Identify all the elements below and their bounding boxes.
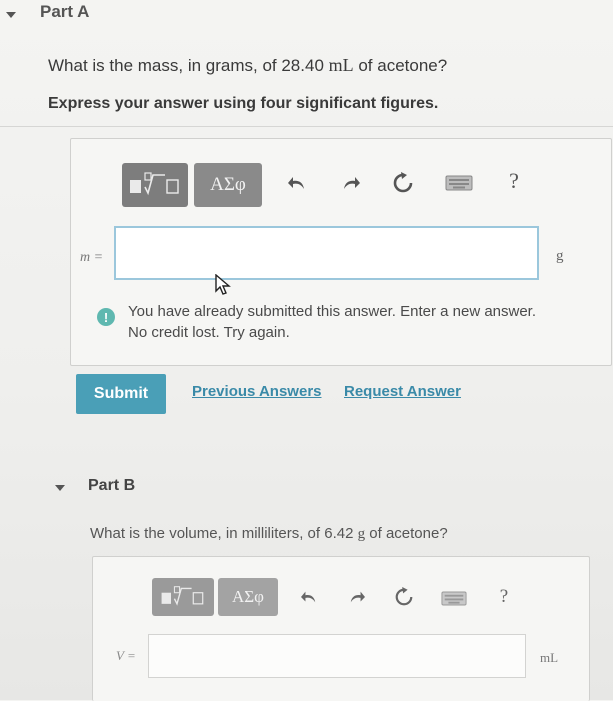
part-b-title[interactable]: Part B — [88, 477, 135, 495]
symbols-button-b[interactable]: ΑΣφ — [218, 578, 278, 616]
feedback-line-2: No credit lost. Try again. — [128, 324, 290, 341]
part-a-title[interactable]: Part A — [40, 2, 89, 22]
templates-icon — [130, 172, 179, 196]
templates-button[interactable] — [122, 163, 188, 207]
templates-button-b[interactable] — [152, 578, 214, 616]
collapse-part-a-icon[interactable] — [6, 12, 16, 18]
part-a-instruction: Express your answer using four significa… — [48, 95, 439, 112]
part-b-question: What is the volume, in milliliters, of 6… — [90, 525, 448, 542]
warning-icon: ! — [97, 308, 115, 326]
keyboard-icon[interactable] — [440, 588, 468, 608]
templates-icon — [161, 586, 204, 606]
symbols-button[interactable]: ΑΣφ — [194, 163, 262, 207]
feedback-message: You have already submitted this answer. … — [128, 301, 612, 343]
submit-button[interactable]: Submit — [76, 374, 166, 414]
help-button[interactable]: ? — [500, 166, 528, 196]
variable-label: m = — [80, 250, 104, 265]
request-answer-link[interactable]: Request Answer — [344, 383, 461, 400]
divider — [0, 126, 613, 127]
undo-icon[interactable] — [284, 170, 310, 196]
keyboard-icon[interactable] — [444, 172, 474, 194]
previous-answers-link[interactable]: Previous Answers — [192, 383, 322, 400]
redo-icon[interactable] — [338, 170, 364, 196]
variable-label-b: V = — [116, 648, 136, 663]
feedback-line-1: You have already submitted this answer. … — [128, 303, 537, 320]
reset-icon[interactable] — [390, 170, 416, 196]
volume-answer-input[interactable] — [148, 634, 526, 678]
reset-icon[interactable] — [392, 585, 416, 609]
unit-label-b: mL — [540, 650, 559, 665]
help-button-b[interactable]: ? — [492, 584, 516, 610]
unit-label: g — [556, 248, 564, 264]
undo-icon[interactable] — [298, 586, 320, 608]
mass-answer-input[interactable] — [114, 226, 539, 280]
collapse-part-b-icon[interactable] — [55, 485, 65, 491]
redo-icon[interactable] — [346, 586, 368, 608]
mouse-pointer-icon — [215, 274, 231, 295]
part-a-question: What is the mass, in grams, of 28.40 mL … — [48, 55, 448, 75]
